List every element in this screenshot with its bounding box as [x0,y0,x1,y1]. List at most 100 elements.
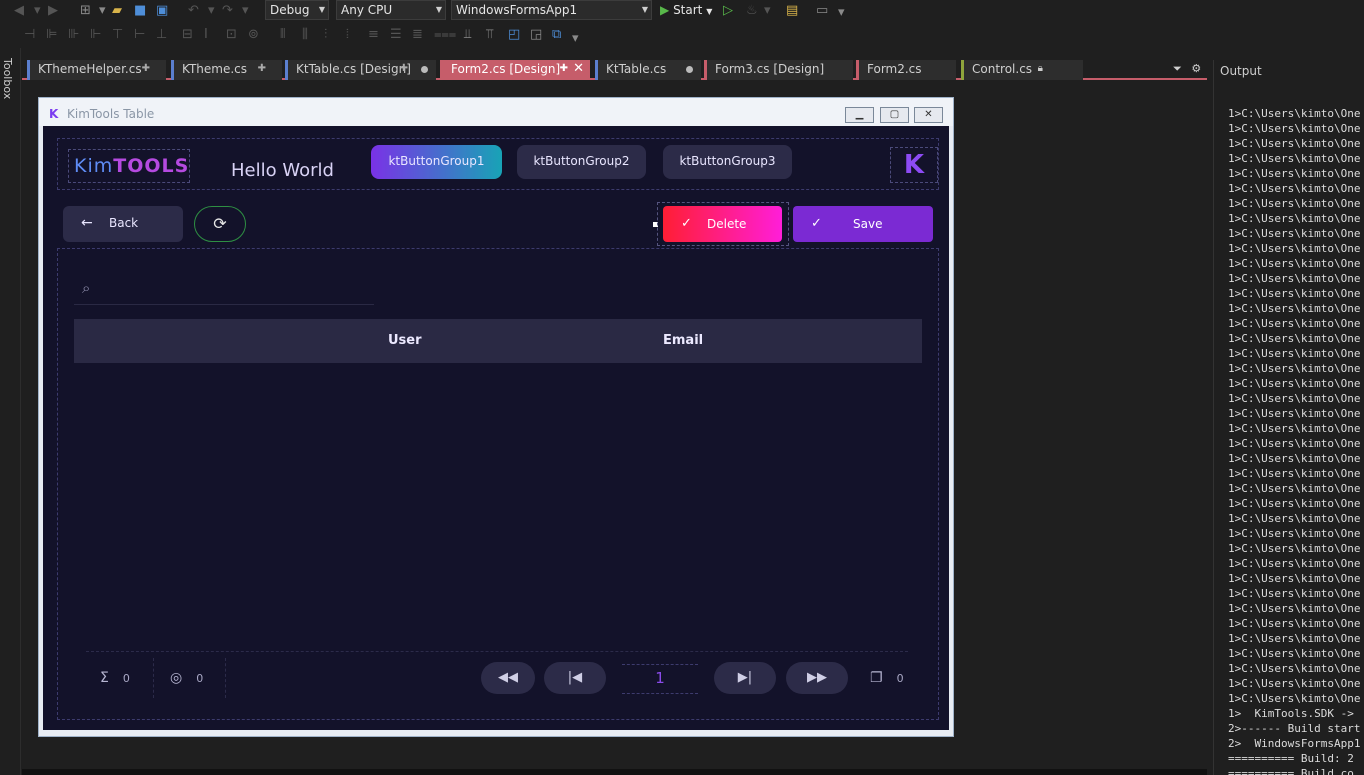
output-line: 1>C:\Users\kimto\One [1228,572,1361,585]
form-window[interactable]: K KimTools Table ▁ ▢ ✕ KimTOOLS Hello Wo… [38,97,954,737]
close-icon[interactable]: ✕ [573,60,584,78]
previous-page-button[interactable]: |◀ [544,662,606,694]
navigate-forward-icon[interactable]: ▶ [48,2,58,20]
start-debugging-button[interactable]: ▶ Start ▼ [660,1,712,21]
tab-order-icon[interactable]: ⧉ [552,26,561,44]
bring-to-front-icon[interactable]: ◰ [508,26,520,44]
tab-ktheme[interactable]: KTheme.cs ✚ [171,60,282,80]
gear-icon[interactable]: ⚙ [1191,62,1201,75]
open-file-icon[interactable]: ▰ [112,2,122,20]
startup-project-select[interactable]: WindowsFormsApp1 ▼ [451,0,652,20]
solution-platform-select[interactable]: Any CPU ▼ [336,0,446,20]
column-header-user[interactable]: User [388,319,422,363]
align-middles-icon[interactable]: ⊢ [134,26,145,44]
send-to-back-icon[interactable]: ◲ [530,26,542,44]
chevron-down-icon: ▼ [641,5,648,14]
toolbox-tab[interactable]: Toolbox [0,58,14,99]
vertical-spacing-equal-icon[interactable]: ≡ [368,26,379,44]
current-page[interactable]: 1 [622,664,698,694]
refresh-button[interactable]: ⟳ [194,206,246,242]
make-same-width-icon[interactable]: ⊟ [182,26,193,44]
vertical-spacing-decrease-icon[interactable]: ≣ [412,26,423,44]
tab-form3-design[interactable]: Form3.cs [Design] [704,60,853,80]
kt-table[interactable]: ⌕ User Email Σ0 ◎ 0 ◀◀ |◀ 1 ▶| ▶▶ ❐ 0 [57,248,939,720]
align-rights-icon[interactable]: ⊩ [90,26,101,44]
output-line: 1>C:\Users\kimto\One [1228,512,1361,525]
output-log[interactable]: 1>C:\Users\kimto\One 1>C:\Users\kimto\One… [1228,106,1364,775]
navigate-back-dropdown-icon[interactable]: ▾ [34,2,41,20]
delete-button[interactable]: ✓ Delete [663,206,782,242]
tab-kttable[interactable]: KtTable.cs [595,60,701,80]
form-titlebar[interactable]: K KimTools Table ▁ ▢ ✕ [39,98,953,126]
search-box[interactable]: ⌕ [74,273,374,305]
vertical-spacing-increase-icon[interactable]: ☰ [390,26,402,44]
layout-icon[interactable]: ▭ [816,2,828,20]
maximize-button[interactable]: ▢ [880,107,909,123]
back-button[interactable]: ← Back [63,206,183,242]
kt-button-group-3[interactable]: ktButtonGroup3 [663,145,792,179]
tab-control[interactable]: Control.cs 🔒︎ [961,60,1083,80]
tab-form2-design[interactable]: Form2.cs [Design] ✚ ✕ [440,60,590,80]
tab-list-dropdown-icon[interactable]: ⏷ [1173,62,1182,75]
kt-button-group-2[interactable]: ktButtonGroup2 [517,145,646,179]
tab-form2[interactable]: Form2.cs [856,60,956,80]
table-header: User Email [74,319,922,363]
pin-icon[interactable]: ✚ [258,60,266,78]
hot-reload-dropdown-icon[interactable]: ▾ [764,2,771,20]
horizontal-spacing-increase-icon[interactable]: ⫼ [302,26,308,44]
search-input[interactable] [110,277,360,301]
undo-icon[interactable]: ↶ [188,2,199,20]
align-bottoms-icon[interactable]: ⊥ [156,26,167,44]
output-line: 1>C:\Users\kimto\One [1228,197,1361,210]
make-same-size-icon[interactable]: ⊡ [226,26,237,44]
horizontal-scrollbar[interactable] [22,769,1207,775]
pin-icon[interactable]: ✚ [560,60,568,78]
last-page-button[interactable]: ▶▶ [786,662,848,694]
horizontal-spacing-decrease-icon[interactable]: ⫶ [324,26,327,44]
center-horizontally-icon[interactable]: ⫫ [464,26,471,44]
close-button[interactable]: ✕ [914,107,943,123]
vertical-spacing-remove-icon[interactable]: ⩶ [434,26,456,44]
hello-label[interactable]: Hello World [231,160,334,181]
horizontal-spacing-equal-icon[interactable]: ⫴ [280,26,285,44]
align-to-grid-icon[interactable]: ⊣ [24,26,35,44]
form-logo-icon: K [49,107,59,121]
new-project-icon[interactable]: ⊞ [80,2,91,20]
brand-logo[interactable]: KimTOOLS [68,149,190,183]
next-page-button[interactable]: ▶| [714,662,776,694]
redo-dropdown-icon[interactable]: ▾ [242,2,249,20]
form-canvas: KimTOOLS Hello World ktButtonGroup1 ktBu… [43,126,949,730]
start-without-debugging-icon[interactable]: ▷ [723,2,733,20]
browse-folder-icon[interactable]: ▤ [786,2,798,20]
save-all-icon[interactable]: ▣ [156,2,168,20]
undo-dropdown-icon[interactable]: ▾ [208,2,215,20]
tab-kttable-design[interactable]: KtTable.cs [Design] ✚ [285,60,436,80]
hot-reload-icon[interactable]: ♨ [746,2,758,20]
pin-icon[interactable]: ✚ [400,60,408,78]
align-lefts-icon[interactable]: ⊫ [46,26,57,44]
back-label: Back [109,216,139,230]
horizontal-spacing-remove-icon[interactable]: ⦙ [346,26,349,44]
tab-label: Form2.cs [867,62,922,76]
minimize-button[interactable]: ▁ [845,107,874,123]
save-icon[interactable]: ■ [134,2,146,20]
solution-configuration-select[interactable]: Debug ▼ [265,0,329,20]
save-button[interactable]: ✓ Save [793,206,933,242]
new-project-dropdown-icon[interactable]: ▾ [99,2,106,20]
pin-icon[interactable]: ✚ [142,60,150,78]
toolbar-overflow-icon[interactable]: ▾ [838,4,845,22]
toolbar-overflow-icon[interactable]: ▾ [572,30,579,48]
size-to-grid-icon[interactable]: ⊚ [248,26,259,44]
align-tops-icon[interactable]: ⊤ [112,26,123,44]
first-page-button[interactable]: ◀◀ [481,662,535,694]
kt-button-group-1[interactable]: ktButtonGroup1 [371,145,502,179]
column-header-email[interactable]: Email [663,319,703,363]
center-vertically-icon[interactable]: ⫪ [486,26,493,44]
header-panel[interactable]: KimTOOLS Hello World ktButtonGroup1 ktBu… [57,138,939,190]
tab-ktheme-helper[interactable]: KThemeHelper.cs ✚ [27,60,166,80]
align-centers-icon[interactable]: ⊪ [68,26,79,44]
k-logo-icon[interactable]: K [890,147,938,183]
make-same-height-icon[interactable]: Ⅰ [204,26,208,44]
navigate-back-icon[interactable]: ◀ [14,2,24,20]
redo-icon[interactable]: ↷ [222,2,233,20]
